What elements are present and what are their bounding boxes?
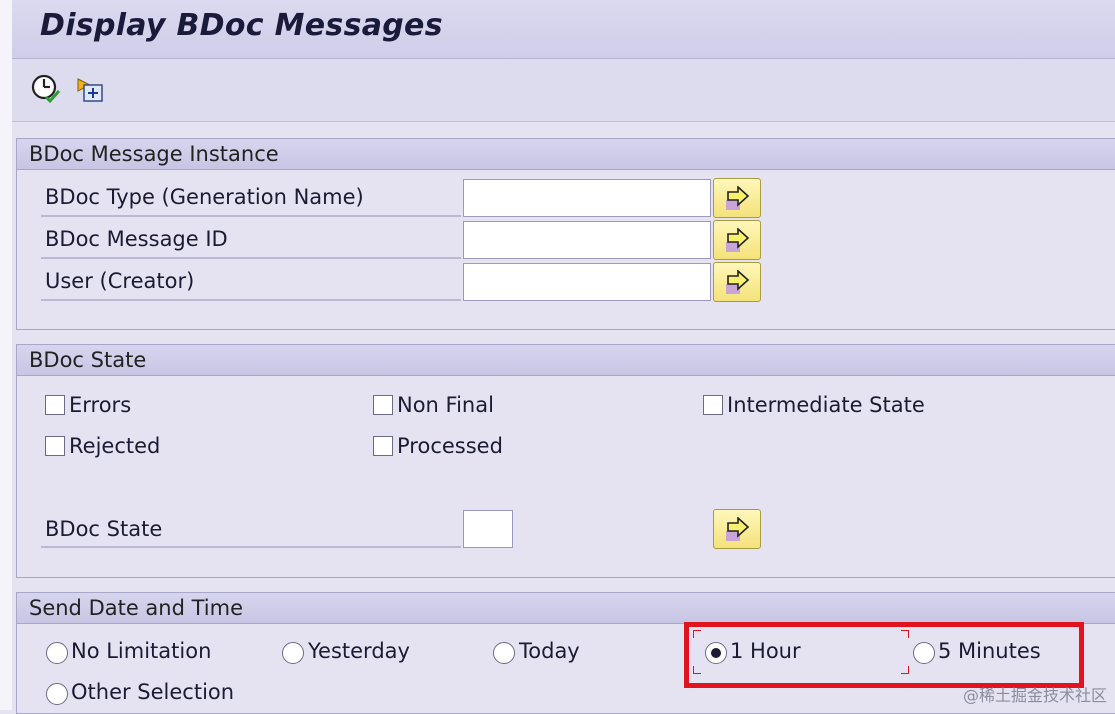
no-limitation-radio[interactable] <box>46 642 68 664</box>
label-underline <box>41 215 461 217</box>
bdoc-state-input[interactable] <box>463 510 513 548</box>
processed-label: Processed <box>397 434 503 458</box>
bdoc-state-multiple-selection-button[interactable] <box>713 509 761 549</box>
non-final-checkbox[interactable] <box>373 395 393 415</box>
label-underline <box>41 546 461 548</box>
page-title: Display BDoc Messages <box>40 8 443 43</box>
user-creator-multiple-selection-button[interactable] <box>713 262 761 302</box>
bdoc-message-id-input[interactable] <box>463 221 711 259</box>
bdoc-type-input[interactable] <box>463 179 711 217</box>
bdoc-type-multiple-selection-button[interactable] <box>713 178 761 218</box>
watermark: @稀土掘金技术社区 <box>962 686 1107 705</box>
execute-icon[interactable] <box>30 73 62 105</box>
today-label: Today <box>519 639 580 663</box>
intermediate-state-checkbox[interactable] <box>703 395 723 415</box>
rejected-label: Rejected <box>69 434 161 458</box>
multiple-selection-arrow-icon <box>726 270 750 294</box>
get-variant-icon[interactable] <box>74 73 106 105</box>
errors-checkbox[interactable] <box>45 395 65 415</box>
application-toolbar <box>12 59 1115 122</box>
errors-label: Errors <box>69 393 132 417</box>
group-title-state: BDoc State <box>17 345 1115 376</box>
group-title-send-date-time: Send Date and Time <box>17 593 1115 624</box>
user-creator-label: User (Creator) <box>45 269 195 293</box>
multiple-selection-arrow-icon <box>726 186 750 210</box>
bdoc-state-label: BDoc State <box>45 517 163 541</box>
label-underline <box>41 257 461 259</box>
yesterday-radio[interactable] <box>282 642 304 664</box>
no-limitation-label: No Limitation <box>71 639 212 663</box>
bdoc-state-group: BDoc State Errors Non Final Intermediate… <box>16 344 1115 578</box>
label-underline <box>41 299 461 301</box>
bdoc-type-label: BDoc Type (Generation Name) <box>45 185 364 209</box>
group-title-instance: BDoc Message Instance <box>17 139 1115 170</box>
title-bar: Display BDoc Messages <box>12 0 1115 59</box>
other-selection-label: Other Selection <box>71 680 235 704</box>
highlight-box <box>684 622 1084 688</box>
intermediate-state-label: Intermediate State <box>727 393 925 417</box>
bdoc-message-id-label: BDoc Message ID <box>45 227 228 251</box>
bdoc-message-id-multiple-selection-button[interactable] <box>713 220 761 260</box>
user-creator-input[interactable] <box>463 263 711 301</box>
multiple-selection-arrow-icon <box>726 228 750 252</box>
rejected-checkbox[interactable] <box>45 436 65 456</box>
non-final-label: Non Final <box>397 393 494 417</box>
other-selection-radio[interactable] <box>46 683 68 705</box>
left-margin <box>0 0 12 710</box>
processed-checkbox[interactable] <box>373 436 393 456</box>
bdoc-message-instance-group: BDoc Message Instance BDoc Type (Generat… <box>16 138 1115 330</box>
today-radio[interactable] <box>493 642 515 664</box>
multiple-selection-arrow-icon <box>726 517 750 541</box>
yesterday-label: Yesterday <box>308 639 410 663</box>
